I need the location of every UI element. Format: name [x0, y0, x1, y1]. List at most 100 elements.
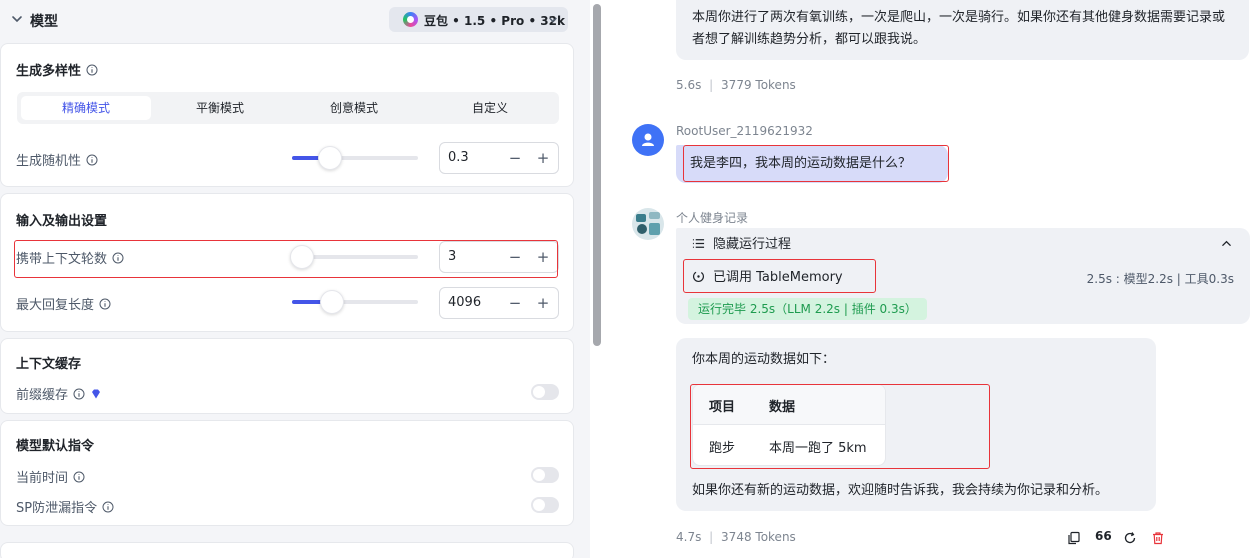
randomness-stepper[interactable]: 0.3 − +	[439, 142, 559, 174]
context-cache-title: 上下文缓存	[16, 357, 82, 372]
prefix-cache-label: 前缀缓存	[16, 384, 102, 403]
slider-handle[interactable]	[320, 290, 345, 314]
context-rounds-slider[interactable]	[290, 245, 418, 269]
tool-call-icon	[692, 270, 705, 283]
response-time: 4.7s	[676, 530, 702, 544]
fitness-bot-icon	[636, 212, 660, 235]
meta-separator: |	[709, 78, 714, 92]
io-settings-card: 输入及输出设置 携带上下文轮数 3 − + 最大回复长度 4096 − +	[0, 193, 574, 332]
model-selector[interactable]: 豆包 • 1.5 • Pro • 32k	[389, 7, 568, 32]
bot-avatar	[632, 208, 664, 240]
data-table: 项目 数据 跑步 本周一跑了 5km	[692, 384, 886, 466]
user-message-text: 我是李四，我本周的运动数据是什么？	[690, 156, 912, 171]
token-count: 3779 Tokens	[721, 78, 796, 92]
run-process-panel: 隐藏运行过程 已调用 TableMemory 2.5s : 模型2.2s | 工…	[676, 228, 1250, 324]
prefix-cache-label-text: 前缀缓存	[16, 388, 69, 403]
randomness-slider[interactable]	[292, 146, 418, 170]
max-reply-stepper[interactable]: 4096 − +	[439, 287, 559, 319]
user-avatar	[632, 124, 664, 156]
chat-panel: 本周你进行了两次有氧训练，一次是爬山，一次是骑行。如果你还有其他健身数据需要记录…	[606, 0, 1254, 558]
model-name: 豆包 • 1.5 • Pro • 32k	[424, 14, 565, 28]
meta-separator: |	[709, 530, 714, 544]
info-icon[interactable]	[86, 154, 98, 166]
run-toggle-label[interactable]: 隐藏运行过程	[713, 234, 791, 256]
context-rounds-value[interactable]: 3	[448, 249, 456, 264]
tab-custom-mode[interactable]: 自定义	[425, 96, 555, 120]
io-settings-title: 输入及输出设置	[16, 214, 108, 229]
info-icon[interactable]	[102, 501, 114, 513]
scrollbar-thumb[interactable]	[593, 4, 601, 346]
bot-reply: 你本周的运动数据如下： 项目 数据 跑步 本周一跑了 5km 如果你还有新的运动…	[676, 338, 1156, 511]
table-cell: 本周一跑了 5km	[769, 441, 867, 456]
sp-leak-toggle[interactable]	[531, 497, 559, 513]
diversity-card: 生成多样性 精确模式 平衡模式 创意模式 自定义 生成随机性 0.3 − +	[0, 43, 574, 187]
diamond-icon	[92, 389, 101, 399]
current-time-label: 当前时间	[16, 467, 85, 486]
max-reply-label-text: 最大回复长度	[16, 298, 95, 313]
list-icon	[692, 239, 705, 248]
tool-timing: 2.5s : 模型2.2s | 工具0.3s	[1086, 272, 1234, 286]
randomness-value[interactable]: 0.3	[448, 150, 469, 165]
info-icon[interactable]	[86, 64, 98, 76]
current-time-label-text: 当前时间	[16, 471, 69, 486]
previous-reply-text: 本周你进行了两次有氧训练，一次是爬山，一次是骑行。如果你还有其他健身数据需要记录…	[692, 10, 1226, 47]
model-section-title: 模型	[30, 14, 58, 30]
slider-handle[interactable]	[317, 146, 342, 170]
increment-button[interactable]: +	[532, 147, 554, 169]
response-time: 5.6s	[676, 78, 702, 92]
delete-icon[interactable]	[1151, 531, 1165, 545]
token-count: 3748 Tokens	[721, 530, 796, 544]
slider-handle[interactable]	[290, 245, 314, 269]
bot-name: 个人健身记录	[676, 211, 749, 225]
previous-bot-reply: 本周你进行了两次有氧训练，一次是爬山，一次是骑行。如果你还有其他健身数据需要记录…	[676, 0, 1249, 60]
user-icon	[642, 133, 654, 146]
default-instructions-title: 模型默认指令	[16, 439, 95, 454]
run-status-badge: 运行完毕 2.5s（LLM 2.2s | 插件 0.3s）	[688, 298, 927, 320]
next-card-edge	[0, 542, 574, 558]
current-time-toggle[interactable]	[531, 467, 559, 483]
max-reply-value[interactable]: 4096	[448, 295, 481, 310]
decrement-button[interactable]: −	[504, 147, 526, 169]
reply-intro: 你本周的运动数据如下：	[692, 352, 836, 367]
prefix-cache-toggle[interactable]	[531, 384, 559, 400]
table-header-cell: 数据	[769, 400, 796, 415]
diversity-mode-tabs: 精确模式 平衡模式 创意模式 自定义	[17, 92, 559, 124]
reply-outro: 如果你还有新的运动数据，欢迎随时告诉我，我会持续为你记录和分析。	[692, 483, 1109, 498]
last-reply-meta: 4.7s | 3748 Tokens	[676, 530, 796, 544]
table-header-cell: 项目	[709, 400, 736, 415]
tab-precise-mode[interactable]: 精确模式	[21, 96, 151, 120]
max-reply-slider[interactable]	[292, 290, 418, 314]
sp-leak-label: SP防泄漏指令	[16, 497, 114, 516]
context-rounds-label: 携带上下文轮数	[16, 248, 124, 267]
info-icon[interactable]	[73, 388, 85, 400]
decrement-button[interactable]: −	[504, 292, 526, 314]
diversity-title: 生成多样性	[16, 60, 98, 79]
max-reply-label: 最大回复长度	[16, 294, 111, 313]
info-icon[interactable]	[73, 471, 85, 483]
tab-balanced-mode[interactable]: 平衡模式	[155, 96, 285, 120]
chevron-down-icon[interactable]	[10, 12, 24, 26]
info-icon[interactable]	[99, 298, 111, 310]
diversity-title-text: 生成多样性	[16, 64, 82, 79]
randomness-label-text: 生成随机性	[16, 154, 82, 169]
previous-reply-meta: 5.6s | 3779 Tokens	[676, 78, 796, 92]
context-cache-card: 上下文缓存 前缀缓存	[0, 338, 574, 414]
table-header-row: 项目 数据	[693, 385, 885, 425]
settings-scrollbar[interactable]	[591, 0, 603, 558]
increment-button[interactable]: +	[532, 246, 554, 268]
decrement-button[interactable]: −	[504, 246, 526, 268]
copy-icon[interactable]	[1067, 531, 1081, 545]
quote-count-button[interactable]: 66	[1095, 529, 1112, 543]
model-section-header: 模型 豆包 • 1.5 • Pro • 32k	[0, 0, 590, 42]
context-rounds-label-text: 携带上下文轮数	[16, 252, 108, 267]
info-icon[interactable]	[112, 252, 124, 264]
doubao-logo-icon	[403, 12, 418, 27]
increment-button[interactable]: +	[532, 292, 554, 314]
table-cell: 跑步	[709, 441, 736, 456]
context-rounds-stepper[interactable]: 3 − +	[439, 241, 559, 273]
tab-creative-mode[interactable]: 创意模式	[289, 96, 419, 120]
regenerate-icon[interactable]	[1123, 531, 1137, 545]
chevron-up-icon[interactable]	[1221, 238, 1232, 249]
tool-call-label[interactable]: 已调用 TableMemory	[713, 267, 843, 289]
user-name: RootUser_2119621932	[676, 124, 813, 138]
